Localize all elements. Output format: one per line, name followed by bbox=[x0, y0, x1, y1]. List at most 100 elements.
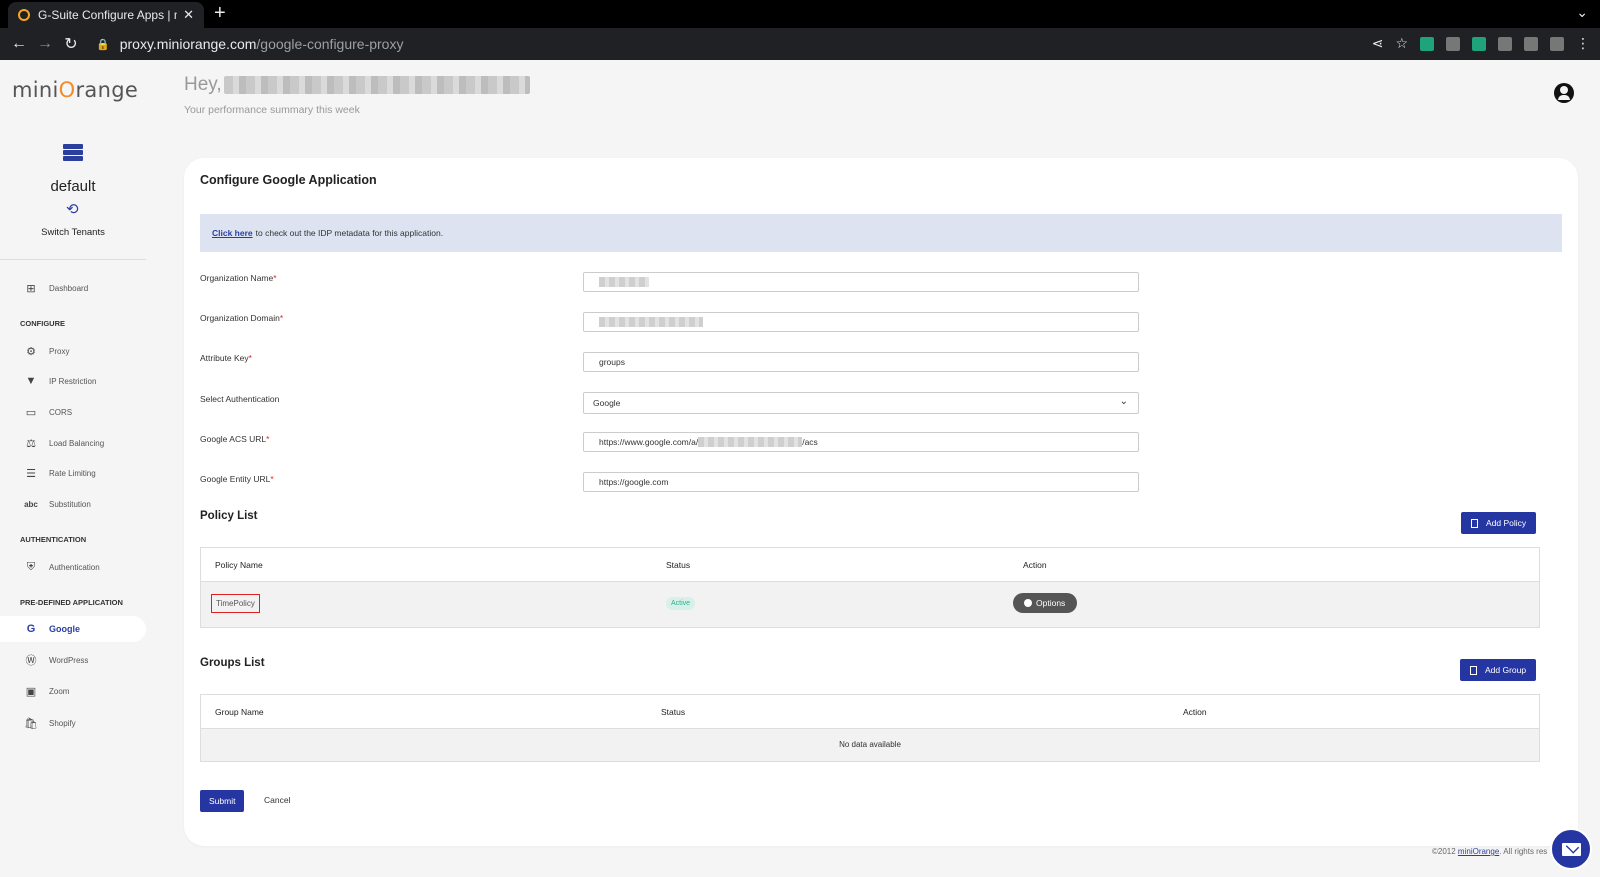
url-host: proxy.miniorange.com bbox=[119, 36, 257, 52]
balance-scale-icon: ⚖ bbox=[26, 437, 36, 450]
sidebar-item-zoom[interactable]: ▣ Zoom bbox=[0, 678, 146, 704]
page-title: Configure Google Application bbox=[200, 173, 377, 187]
table-row: TimePolicy Active Options bbox=[201, 582, 1539, 627]
idp-metadata-banner: Click here to check out the IDP metadata… bbox=[200, 214, 1562, 252]
select-auth-value: Google bbox=[593, 398, 621, 408]
browser-tab[interactable]: G-Suite Configure Apps | min ✕ bbox=[8, 2, 204, 28]
miniorange-logo[interactable]: miniOrange bbox=[12, 78, 138, 102]
wordpress-icon: Ⓦ bbox=[25, 655, 37, 667]
section-predefined-application: PRE-DEFINED APPLICATION bbox=[20, 598, 123, 607]
extension-icon[interactable] bbox=[1472, 36, 1486, 51]
attribute-key-label: Attribute Key* bbox=[200, 353, 252, 363]
column-header: Status bbox=[666, 560, 691, 570]
toolbar-actions: ⋖ ☆ ⋮ bbox=[1372, 35, 1590, 52]
org-name-label: Organization Name* bbox=[200, 273, 277, 283]
dashboard-grid-icon: ⊞ bbox=[26, 282, 36, 295]
close-tab-icon[interactable]: ✕ bbox=[183, 7, 194, 23]
gear-icon: ⚙ bbox=[26, 345, 36, 358]
entity-url-input[interactable]: https://google.com bbox=[583, 472, 1139, 492]
url-path: /google-configure-proxy bbox=[256, 36, 404, 52]
laptop-icon: ▭ bbox=[25, 406, 37, 419]
zoom-icon: ▣ bbox=[25, 685, 37, 698]
switch-tenants-link[interactable]: Switch Tenants bbox=[0, 227, 146, 238]
switch-sync-icon[interactable]: ⟲ bbox=[66, 200, 79, 218]
back-arrow-icon[interactable]: ← bbox=[6, 35, 32, 53]
sidebar-item-wordpress[interactable]: Ⓦ WordPress bbox=[0, 647, 146, 673]
acs-url-label: Google ACS URL* bbox=[200, 434, 270, 444]
add-policy-button[interactable]: Add Policy bbox=[1461, 512, 1537, 534]
select-auth-dropdown[interactable]: Google ⌄ bbox=[583, 392, 1139, 414]
browser-toolbar: ← → ↻ 🔒 proxy.miniorange.com/google-conf… bbox=[0, 28, 1600, 60]
sidebar-item-proxy[interactable]: ⚙ Proxy bbox=[0, 338, 146, 364]
idp-metadata-link[interactable]: Click here bbox=[212, 228, 253, 238]
attribute-key-input[interactable]: groups bbox=[583, 352, 1139, 372]
org-domain-input[interactable] bbox=[583, 312, 1139, 332]
rate-limit-icon: ☰ bbox=[26, 467, 36, 480]
forward-arrow-icon[interactable]: → bbox=[32, 35, 58, 53]
sidebar-item-authentication[interactable]: ⛨ Authentication bbox=[0, 554, 146, 580]
document-icon bbox=[1470, 665, 1477, 675]
tab-search-chevron-icon[interactable]: ⌄ bbox=[1576, 4, 1588, 21]
miniorange-footer-link[interactable]: miniOrange bbox=[1458, 847, 1499, 856]
options-button[interactable]: Options bbox=[1013, 593, 1078, 613]
shopify-bag-icon: 🛍 bbox=[24, 717, 38, 730]
bookmark-star-icon[interactable]: ☆ bbox=[1395, 35, 1408, 52]
banner-text: to check out the IDP metadata for this a… bbox=[255, 228, 444, 238]
sidebar-item-dashboard[interactable]: ⊞ Dashboard bbox=[0, 275, 146, 301]
google-g-icon: G bbox=[26, 623, 36, 635]
lock-icon[interactable]: 🔒 bbox=[96, 38, 110, 51]
column-header: Policy Name bbox=[215, 560, 263, 570]
sidebar-item-shopify[interactable]: 🛍 Shopify bbox=[0, 710, 146, 736]
more-menu-icon[interactable]: ⋮ bbox=[1576, 35, 1590, 52]
add-group-button[interactable]: Add Group bbox=[1460, 659, 1537, 681]
text-abc-icon: abc bbox=[24, 499, 38, 509]
greeting: Hey, bbox=[184, 74, 222, 95]
policy-name-cell[interactable]: TimePolicy bbox=[211, 594, 260, 613]
groups-table-header: Group Name Status Action bbox=[201, 695, 1539, 729]
policy-list-title: Policy List bbox=[200, 510, 258, 522]
extension-icon[interactable] bbox=[1446, 36, 1460, 51]
document-icon bbox=[1471, 518, 1478, 528]
policy-table: Policy Name Status Action TimePolicy Act… bbox=[200, 547, 1540, 628]
column-header: Status bbox=[661, 707, 686, 717]
sidebar-item-rate-limiting[interactable]: ☰ Rate Limiting bbox=[0, 460, 146, 486]
new-tab-icon[interactable]: + bbox=[214, 3, 226, 23]
section-authentication: AUTHENTICATION bbox=[20, 535, 87, 544]
address-bar[interactable]: 🔒 proxy.miniorange.com/google-configure-… bbox=[90, 31, 1390, 57]
reload-icon[interactable]: ↻ bbox=[58, 34, 84, 54]
section-configure: CONFIGURE bbox=[20, 319, 65, 328]
mail-chat-icon[interactable] bbox=[1550, 828, 1592, 870]
column-header: Group Name bbox=[215, 707, 264, 717]
performance-subtitle: Your performance summary this week bbox=[184, 104, 360, 116]
org-domain-label: Organization Domain* bbox=[200, 313, 284, 323]
tab-title: G-Suite Configure Apps | min bbox=[38, 8, 177, 22]
extension-icon[interactable] bbox=[1524, 36, 1538, 51]
profile-avatar-icon[interactable] bbox=[1550, 36, 1564, 51]
chevron-down-icon: ⌄ bbox=[1119, 396, 1128, 407]
sidebar-item-ip-restriction[interactable]: ▼ IP Restriction bbox=[0, 368, 146, 394]
org-name-input[interactable] bbox=[583, 272, 1139, 292]
extension-icon[interactable] bbox=[1498, 36, 1512, 51]
groups-table: Group Name Status Action No data availab… bbox=[200, 694, 1540, 762]
extension-icon[interactable] bbox=[1420, 36, 1434, 51]
footer-copyright: ©2012 miniOrange. All rights res bbox=[1432, 847, 1548, 856]
sidebar-item-substitution[interactable]: abc Substitution bbox=[0, 491, 146, 517]
cancel-button[interactable]: Cancel bbox=[264, 795, 290, 805]
browser-tab-bar: G-Suite Configure Apps | min ✕ + ⌄ bbox=[0, 0, 1600, 28]
redacted-user-email bbox=[224, 76, 530, 94]
empty-table-message: No data available bbox=[201, 729, 1539, 761]
user-account-icon[interactable] bbox=[1554, 83, 1574, 103]
share-icon[interactable]: ⋖ bbox=[1372, 35, 1384, 52]
column-header: Action bbox=[1023, 560, 1047, 570]
acs-url-input[interactable]: https://www.google.com/a//acs bbox=[583, 432, 1139, 452]
groups-list-title: Groups List bbox=[200, 657, 265, 669]
sidebar-item-cors[interactable]: ▭ CORS bbox=[0, 399, 146, 425]
status-badge: Active bbox=[666, 597, 696, 610]
server-icon bbox=[63, 144, 83, 166]
column-header: Action bbox=[1183, 707, 1207, 717]
submit-button[interactable]: Submit bbox=[200, 790, 245, 812]
sidebar-item-google[interactable]: G Google bbox=[0, 616, 146, 642]
sidebar-item-load-balancing[interactable]: ⚖ Load Balancing bbox=[0, 430, 146, 456]
filter-icon: ▼ bbox=[25, 375, 37, 387]
sidebar-divider bbox=[0, 259, 146, 260]
